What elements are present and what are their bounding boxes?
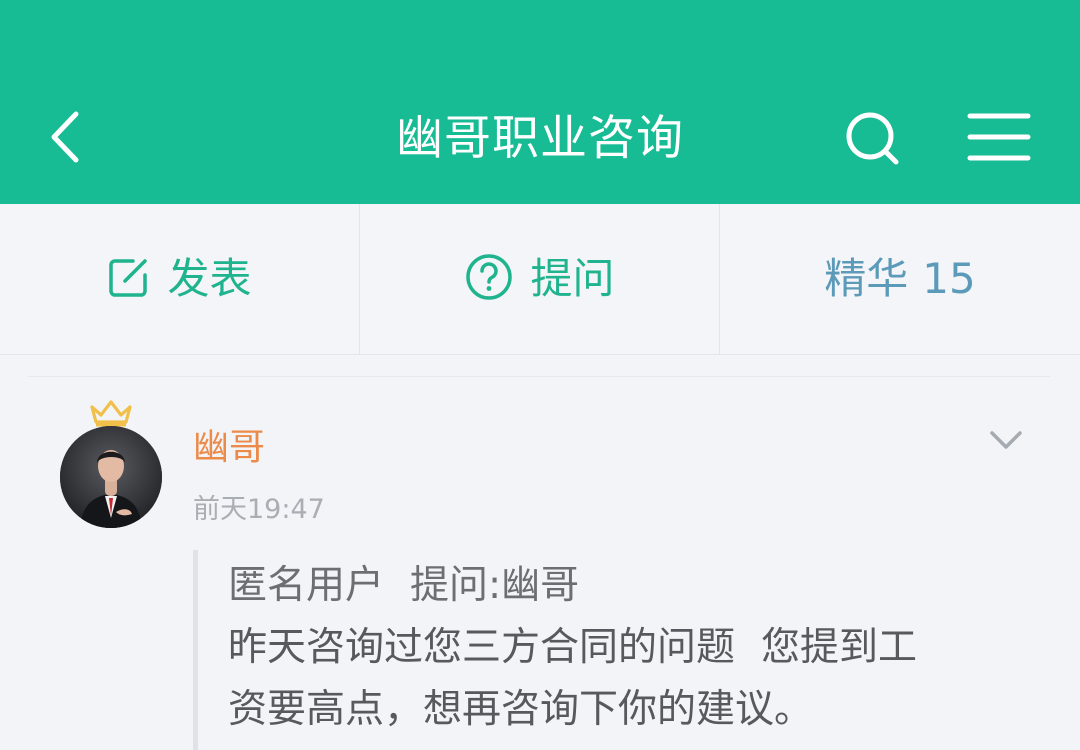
post-button[interactable]: 发表 (0, 204, 360, 354)
quote-text-part: 您提到工 (761, 625, 918, 670)
search-button[interactable] (838, 104, 908, 174)
crown-icon (90, 400, 132, 427)
avatar[interactable] (60, 426, 162, 528)
quote-text-line: 资要高点，想再咨询下你的建议。 (228, 687, 814, 732)
chevron-down-icon (990, 431, 1022, 449)
hamburger-menu-icon (967, 113, 1031, 161)
ask-label: 提问 (530, 254, 615, 303)
edit-icon (107, 255, 151, 303)
author-name[interactable]: 幽哥 (193, 424, 265, 472)
action-bar: 发表 提问 精华 15 (0, 204, 1080, 355)
question-circle-icon (464, 252, 514, 306)
quote-header: 匿名用户 提问:幽哥 (228, 560, 579, 612)
search-icon (846, 112, 899, 165)
asker-name: 匿名用户 (228, 563, 385, 608)
ask-target: 幽哥 (501, 563, 580, 608)
ask-label-text: 提问: (410, 563, 502, 608)
ask-button[interactable]: 提问 (360, 204, 720, 354)
featured-button[interactable]: 精华 15 (720, 204, 1080, 354)
featured-count: 15 (922, 254, 976, 303)
quote-text-part: 昨天咨询过您三方合同的问题 (228, 625, 736, 670)
section-divider (28, 376, 1050, 377)
more-options-button[interactable] (984, 420, 1028, 460)
post-time: 前天19:47 (193, 494, 325, 525)
featured-label: 精华 (824, 254, 909, 303)
top-navigation-bar: 幽哥职业咨询 (0, 0, 1080, 204)
page-title: 幽哥职业咨询 (396, 111, 684, 166)
quote-text-line: 昨天咨询过您三方合同的问题 您提到工 (228, 622, 917, 674)
menu-button[interactable] (962, 104, 1036, 170)
question-quote: 匿名用户 提问:幽哥 昨天咨询过您三方合同的问题 您提到工 资要高点，想再咨询下你的… (193, 550, 1048, 750)
post-label: 发表 (167, 254, 252, 303)
